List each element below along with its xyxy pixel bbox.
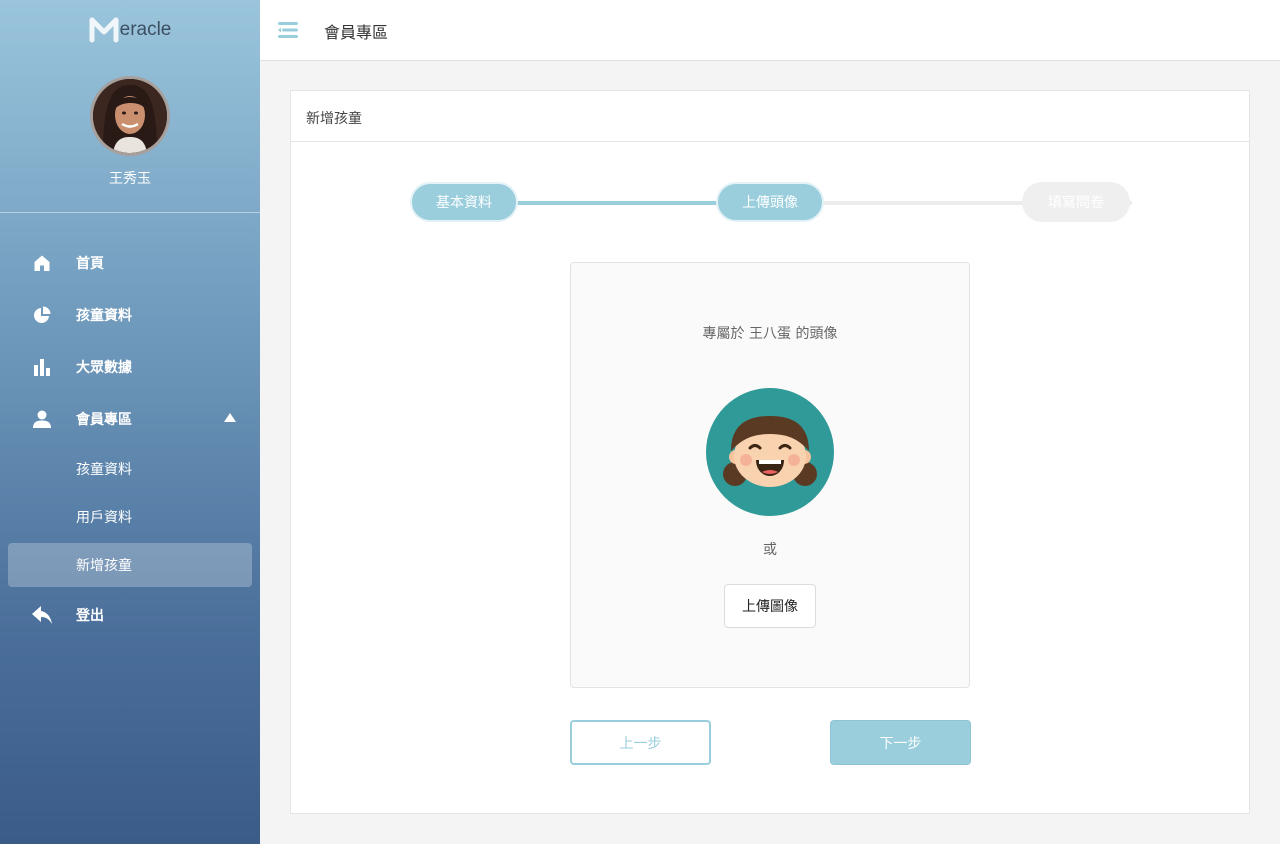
sidebar-item-child-data[interactable]: 孩童資料 [0,289,260,341]
sidebar-item-label: 登出 [76,608,104,624]
sidebar-subitem-user-data[interactable]: 用戶資料 [0,493,260,541]
child-avatar-icon[interactable] [706,388,834,516]
avatar-upload-panel: 專屬於 王八蛋 的頭像 或 上傳圖像 [570,262,970,688]
menu-icon [278,22,298,38]
top-bar: 會員專區 [260,0,1280,61]
previous-step-button[interactable]: 上一步 [570,720,711,765]
or-separator: 或 [763,542,777,558]
sidebar-item-logout[interactable]: 登出 [0,589,260,641]
brand-logo[interactable]: eracle [0,14,260,48]
sidebar-item-member[interactable]: 會員專區 [0,393,260,445]
step-basic-info[interactable]: 基本資料 [410,182,518,222]
step-upload-avatar[interactable]: 上傳頭像 [716,182,824,222]
sidebar-item-label: 會員專區 [76,412,132,428]
sidebar-item-label: 大眾數據 [76,360,132,376]
sidebar-item-public-data[interactable]: 大眾數據 [0,341,260,393]
card-title: 新增孩童 [291,91,1249,142]
user-icon [32,409,52,429]
sidebar-divider [0,212,260,213]
sidebar-item-home[interactable]: 首頁 [0,237,260,289]
logo-mark-icon [89,17,119,43]
sidebar-nav: 首頁 孩童資料 大眾數據 會員專區 孩童資料 用戶資料 新增孩童 登出 [0,237,260,641]
logo-text: eracle [119,19,172,40]
page-title: 會員專區 [324,23,389,42]
user-name: 王秀玉 [109,171,151,187]
sidebar-subitem-child-data[interactable]: 孩童資料 [0,445,260,493]
avatar-photo-icon [93,79,167,153]
sidebar-item-label: 孩童資料 [76,308,132,324]
home-icon [32,253,52,273]
bar-chart-icon [32,357,52,377]
upload-image-button[interactable]: 上傳圖像 [724,584,816,628]
sidebar-subitem-add-child[interactable]: 新增孩童 [8,543,252,587]
avatar-caption: 專屬於 王八蛋 的頭像 [702,326,838,342]
next-step-button[interactable]: 下一步 [830,720,971,765]
menu-toggle-button[interactable] [278,20,298,40]
pie-chart-icon [32,305,52,325]
add-child-card: 新增孩童 基本資料 上傳頭像 填寫問卷 專屬於 王八蛋 的頭像 或 上傳圖像 上… [290,90,1250,814]
sidebar: eracle 王秀玉 首頁 孩童資料 大眾數據 會員專區 孩童資料 用戶資料 新… [0,0,260,844]
logout-icon [32,605,52,625]
chevron-up-icon [224,413,236,422]
sidebar-item-label: 首頁 [76,256,104,272]
step-questionnaire[interactable]: 填寫問卷 [1022,182,1130,222]
user-avatar[interactable] [90,76,170,156]
